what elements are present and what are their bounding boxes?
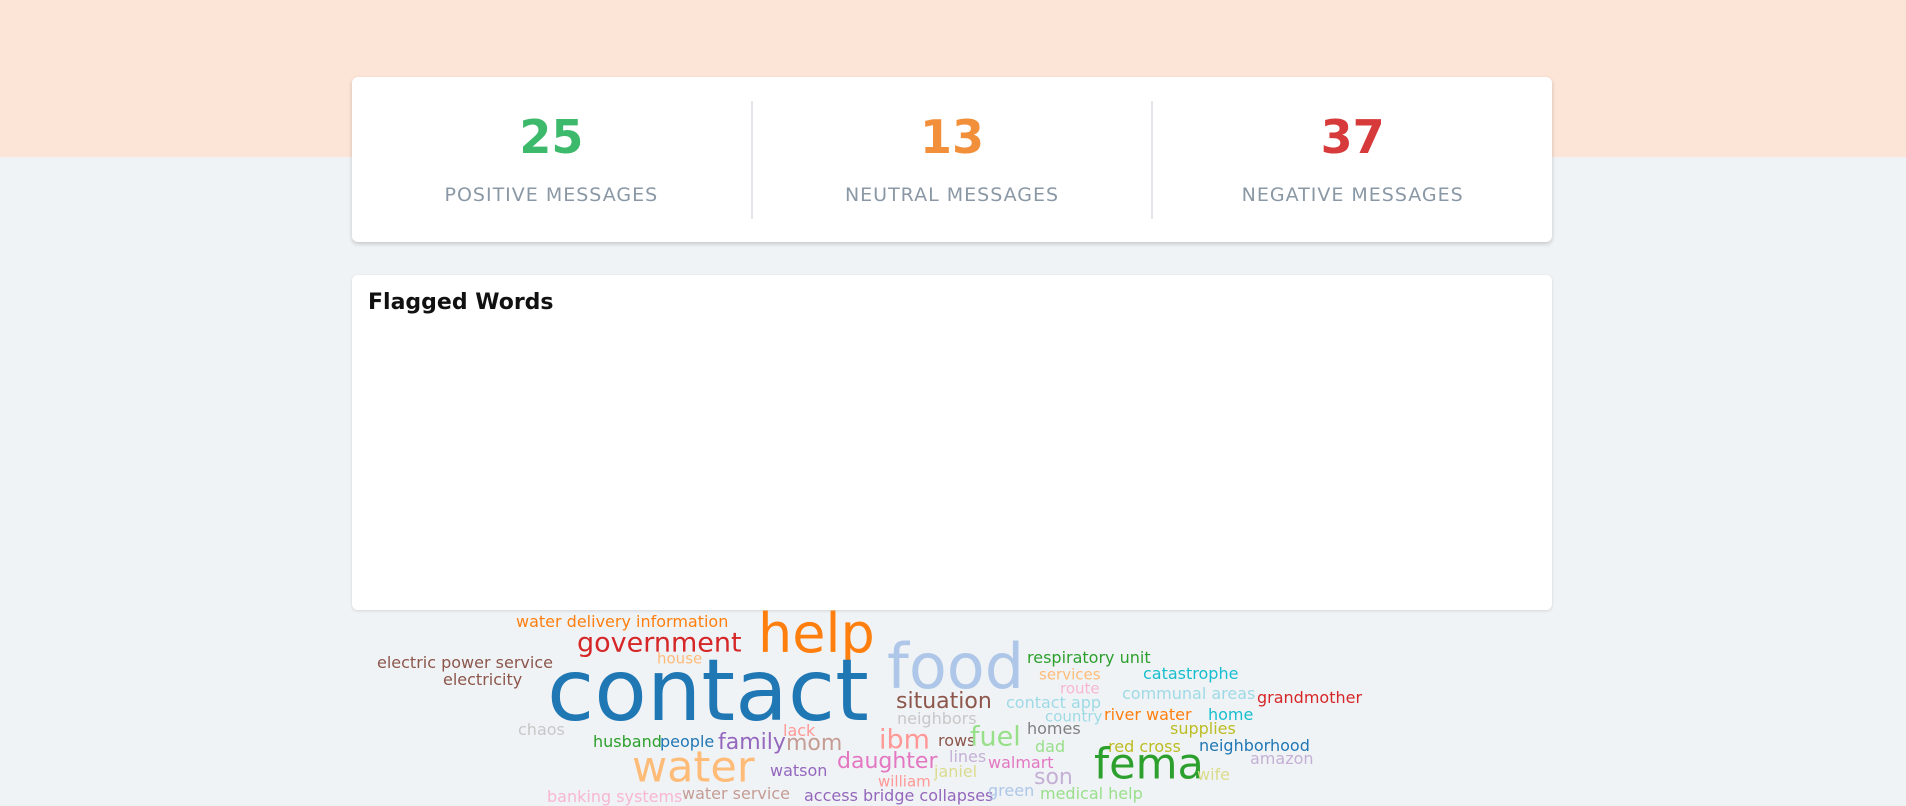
flagged-word: medical help	[1040, 784, 1143, 803]
word-cloud: water delivery information help government…	[352, 275, 1552, 805]
sentiment-summary-card: 25 POSITIVE MESSAGES 13 NEUTRAL MESSAGES…	[352, 77, 1552, 242]
flagged-word: situation	[896, 689, 992, 714]
negative-stat: 37 NEGATIVE MESSAGES	[1151, 100, 1552, 219]
flagged-word: janiel	[934, 762, 978, 781]
neutral-label: NEUTRAL MESSAGES	[844, 183, 1060, 206]
positive-count: 25	[519, 109, 584, 164]
flagged-word: catastrophe	[1143, 664, 1239, 683]
positive-label: POSITIVE MESSAGES	[444, 183, 659, 206]
flagged-word: food	[887, 630, 1025, 703]
neutral-count: 13	[920, 109, 985, 164]
flagged-word: chaos	[518, 720, 565, 739]
flagged-word: water delivery information	[516, 612, 729, 631]
flagged-word: lines	[949, 747, 987, 766]
flagged-word: neighbors	[897, 709, 977, 728]
negative-count: 37	[1320, 109, 1385, 164]
flagged-word: access bridge collapses	[804, 786, 994, 805]
flagged-word: water service	[682, 784, 790, 803]
flagged-words-card: water delivery information help government…	[352, 275, 1552, 805]
flagged-word: grandmother	[1257, 688, 1363, 707]
flagged-word: homes	[1027, 719, 1081, 738]
flagged-word: mom	[786, 731, 843, 756]
flagged-word: daughter	[837, 749, 938, 774]
flagged-word: respiratory unit	[1027, 648, 1151, 667]
flagged-word: fuel	[970, 721, 1021, 753]
flagged-word: electricity	[443, 670, 523, 689]
flagged-words-title: Flagged Words	[368, 290, 554, 315]
flagged-word: electric power service	[377, 653, 553, 672]
flagged-word: wife	[1197, 765, 1231, 784]
flagged-word: contact	[547, 641, 869, 741]
flagged-word: supplies	[1170, 719, 1236, 738]
flagged-word: services	[1039, 665, 1101, 684]
positive-stat: 25 POSITIVE MESSAGES	[352, 101, 751, 219]
flagged-word: green	[988, 781, 1035, 800]
flagged-word: banking systems	[547, 787, 683, 806]
negative-label: NEGATIVE MESSAGES	[1241, 183, 1464, 206]
flagged-word: fema	[1094, 739, 1204, 790]
flagged-word: ibm	[879, 724, 930, 756]
flagged-word: dad	[1035, 737, 1066, 756]
flagged-word: water	[632, 742, 755, 793]
flagged-word: watson	[770, 761, 828, 780]
flagged-word: amazon	[1250, 749, 1314, 768]
flagged-word: communal areas	[1122, 684, 1256, 703]
neutral-stat: 13 NEUTRAL MESSAGES	[750, 100, 1152, 219]
